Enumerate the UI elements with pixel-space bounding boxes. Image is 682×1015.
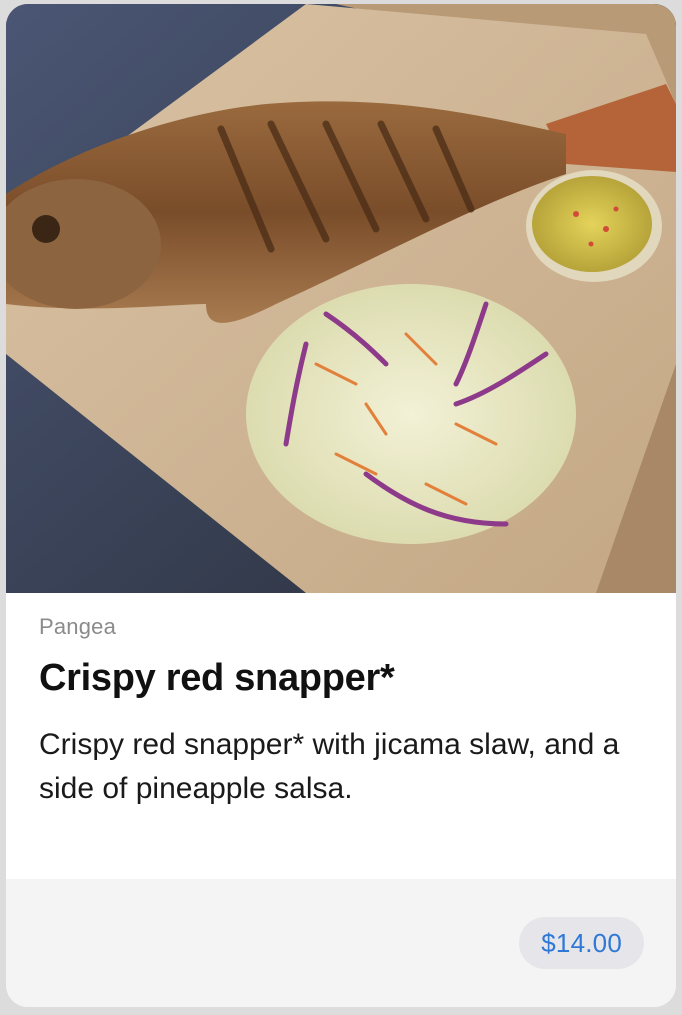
restaurant-name: Pangea xyxy=(39,614,117,639)
item-details: Pangea Crispy red snapper* Crispy red sn… xyxy=(6,593,676,879)
item-title: Crispy red snapper* xyxy=(39,657,395,699)
menu-item-card[interactable]: Pangea Crispy red snapper* Crispy red sn… xyxy=(6,4,676,1007)
dish-photo xyxy=(6,4,676,593)
item-description: Crispy red snapper* with jicama slaw, an… xyxy=(39,728,620,805)
price-label: $14.00 xyxy=(541,927,622,958)
price-button[interactable]: $14.00 xyxy=(519,917,644,969)
card-footer: $14.00 xyxy=(6,879,676,1007)
